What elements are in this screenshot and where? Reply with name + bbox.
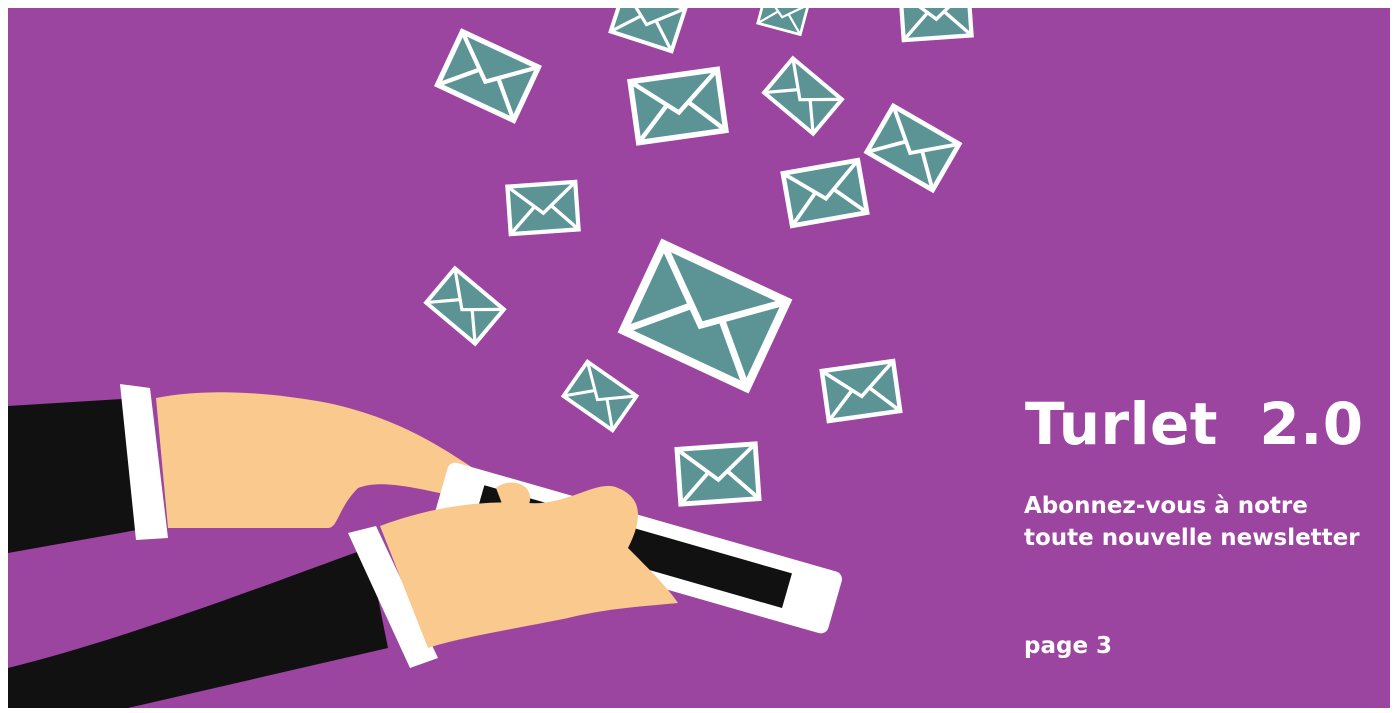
- newsletter-banner: Turlet 2.0 Abonnez-vous à notre toute no…: [8, 8, 1390, 708]
- envelope-icon: [783, 160, 867, 226]
- envelope-icon: [822, 361, 900, 421]
- envelope-icon: [677, 444, 759, 504]
- newsletter-subtitle: Abonnez-vous à notre toute nouvelle news…: [1024, 493, 1360, 551]
- page-reference: page 3: [1024, 633, 1113, 659]
- envelope-icon: [900, 8, 971, 40]
- envelope-icon: [507, 182, 578, 234]
- newsletter-title: Turlet 2.0: [1025, 390, 1364, 458]
- newsletter-illustration: [8, 8, 1390, 708]
- envelope-icon: [630, 69, 726, 142]
